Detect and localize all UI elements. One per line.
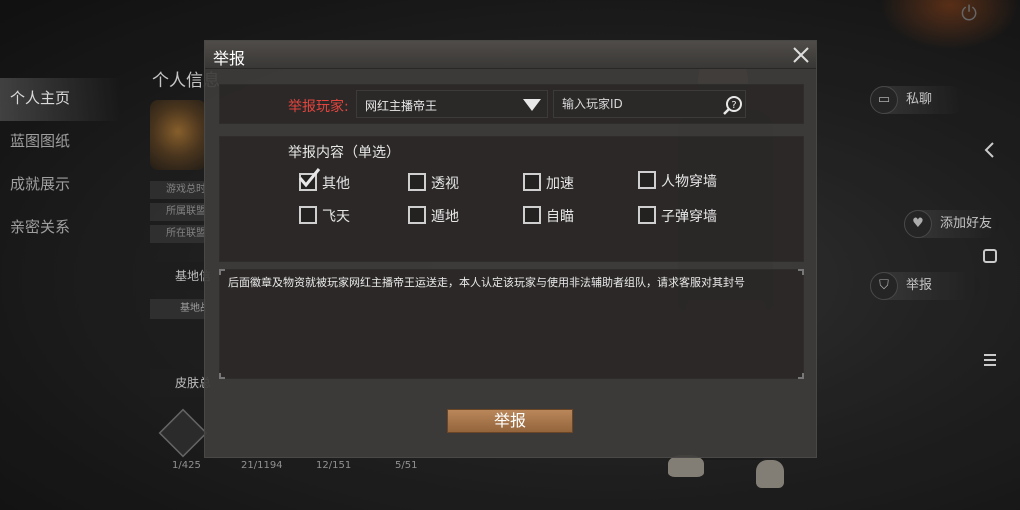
close-button[interactable] bbox=[788, 41, 814, 69]
report-content-box: 举报内容（单选） 其他 透视 加速 人物穿墙 飞天 遁地 自瞄 子弹穿墙 bbox=[219, 136, 804, 262]
corner-mark bbox=[798, 269, 804, 275]
option-label: 其他 bbox=[322, 176, 350, 192]
option-label: 加速 bbox=[546, 176, 574, 192]
checkbox bbox=[408, 173, 426, 191]
checkmark-icon bbox=[298, 168, 321, 188]
dialog-header: 举报 bbox=[205, 41, 816, 69]
option-label: 透视 bbox=[431, 176, 459, 192]
player-select[interactable]: 网红主播帝王 bbox=[356, 90, 548, 118]
corner-mark bbox=[798, 373, 804, 379]
player-id-input[interactable] bbox=[553, 90, 746, 118]
checkbox bbox=[638, 171, 656, 189]
option-label: 人物穿墙 bbox=[661, 174, 717, 190]
close-icon bbox=[793, 47, 809, 63]
report-dialog: 举报 举报玩家: 网红主播帝王 ? 举报内容（单选） 其他 透视 bbox=[204, 40, 817, 458]
dialog-title: 举报 bbox=[213, 49, 246, 68]
report-content-title: 举报内容（单选） bbox=[288, 145, 400, 161]
corner-mark bbox=[219, 269, 225, 275]
report-player-row: 举报玩家: 网红主播帝王 ? bbox=[219, 84, 804, 124]
checkbox bbox=[523, 173, 541, 191]
checkbox bbox=[299, 206, 317, 224]
report-player-label: 举报玩家: bbox=[288, 99, 349, 115]
option-label: 子弹穿墙 bbox=[661, 209, 717, 225]
selected-player-value: 网红主播帝王 bbox=[365, 99, 438, 113]
dropdown-arrow-icon bbox=[523, 99, 541, 111]
corner-mark bbox=[219, 373, 225, 379]
reason-textarea[interactable]: 后面徽章及物资就被玩家网红主播帝王运送走，本人认定该玩家与使用非法辅助者组队，请… bbox=[219, 269, 804, 379]
checkbox bbox=[408, 206, 426, 224]
search-icon[interactable]: ? bbox=[722, 94, 744, 116]
option-label: 遁地 bbox=[431, 209, 459, 225]
checkbox bbox=[638, 206, 656, 224]
reason-text: 后面徽章及物资就被玩家网红主播帝王运送走，本人认定该玩家与使用非法辅助者组队，请… bbox=[228, 276, 745, 289]
option-label: 飞天 bbox=[322, 209, 350, 225]
submit-report-button[interactable]: 举报 bbox=[447, 409, 573, 433]
svg-text:?: ? bbox=[731, 100, 736, 111]
checkbox bbox=[523, 206, 541, 224]
option-label: 自瞄 bbox=[546, 209, 574, 225]
